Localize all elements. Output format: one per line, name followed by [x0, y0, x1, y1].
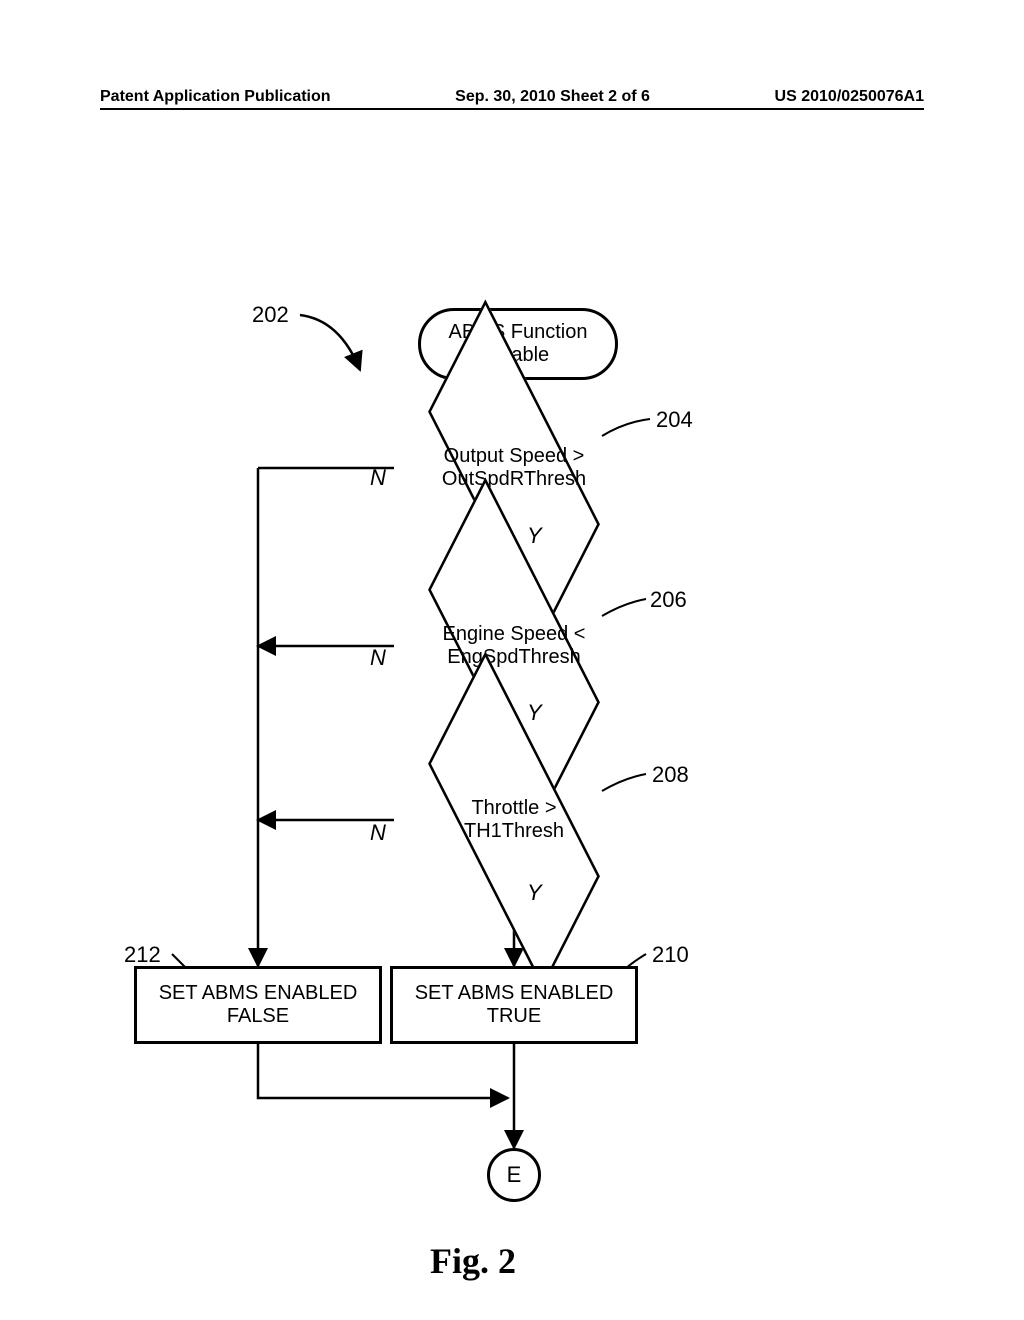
ref-212: 212 [124, 942, 161, 968]
true-l2: TRUE [487, 1005, 541, 1028]
process-enable-true: SET ABMS ENABLED TRUE [390, 966, 638, 1044]
ref-202: 202 [252, 302, 289, 328]
decision-throttle-text: Throttle > TH1Thresh [394, 760, 634, 880]
header-left: Patent Application Publication [100, 88, 331, 106]
d2-l1: Engine Speed < [443, 623, 586, 646]
d3-l1: Throttle > [471, 797, 556, 820]
edge-label-y: Y [527, 700, 542, 726]
header-rule [100, 108, 924, 110]
ref-208: 208 [652, 762, 689, 788]
header-center: Sep. 30, 2010 Sheet 2 of 6 [455, 88, 650, 106]
decision-throttle: Throttle > TH1Thresh [394, 760, 634, 880]
decision-output-speed: Output Speed > OutSpdRThresh [394, 408, 634, 528]
end-label: E [507, 1162, 522, 1188]
figure-title: Fig. 2 [430, 1240, 516, 1282]
decision-output-speed-text: Output Speed > OutSpdRThresh [394, 408, 634, 528]
decision-engine-speed-text: Engine Speed < EngSpdThresh [394, 586, 634, 706]
decision-engine-speed: Engine Speed < EngSpdThresh [394, 586, 634, 706]
edge-label-y: Y [527, 880, 542, 906]
ref-206: 206 [650, 587, 687, 613]
header-right: US 2010/0250076A1 [775, 88, 924, 106]
edge-label-n: N [370, 645, 386, 671]
edge-label-n: N [370, 465, 386, 491]
true-l1: SET ABMS ENABLED [415, 982, 614, 1005]
d3-l2: TH1Thresh [464, 820, 564, 843]
page-header: Patent Application Publication Sep. 30, … [0, 88, 1024, 106]
flow-end-connector: E [487, 1148, 541, 1202]
edge-label-y: Y [527, 523, 542, 549]
d2-l2: EngSpdThresh [447, 646, 580, 669]
flowchart-figure: ABMS Function Enable Output Speed > OutS… [0, 140, 1024, 1240]
ref-210: 210 [652, 942, 689, 968]
edge-label-n: N [370, 820, 386, 846]
d1-l2: OutSpdRThresh [442, 468, 586, 491]
false-l2: FALSE [227, 1005, 289, 1028]
false-l1: SET ABMS ENABLED [159, 982, 358, 1005]
ref-204: 204 [656, 407, 693, 433]
d1-l1: Output Speed > [444, 445, 585, 468]
process-enable-false: SET ABMS ENABLED FALSE [134, 966, 382, 1044]
